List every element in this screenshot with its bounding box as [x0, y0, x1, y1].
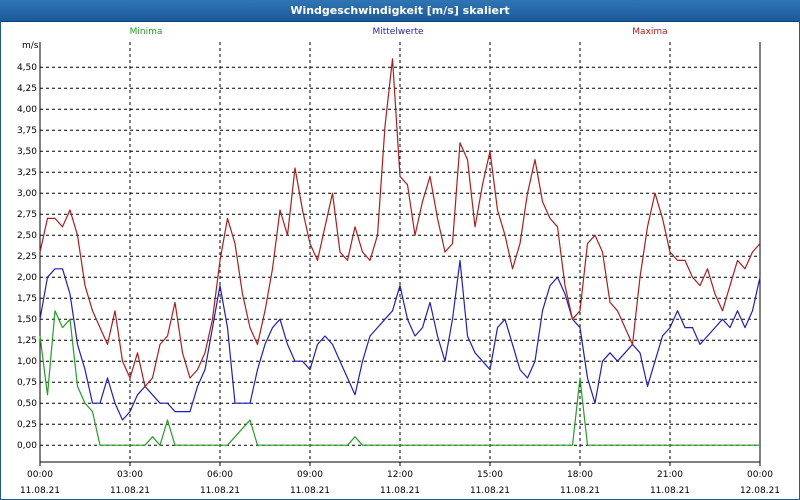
y-axis-unit: m/s — [22, 41, 39, 51]
x-tick-date-label: 11.08.21 — [470, 486, 510, 496]
y-tick-label: 2,00 — [17, 273, 37, 283]
x-tick-date-label: 11.08.21 — [20, 486, 60, 496]
y-tick-label: 4,00 — [17, 105, 37, 115]
x-tick-date-label: 11.08.21 — [110, 486, 150, 496]
y-tick-label: 2,50 — [17, 231, 37, 241]
y-tick-label: 1,25 — [17, 336, 37, 346]
y-tick-label: 0,25 — [17, 420, 37, 430]
y-tick-label: 3,00 — [17, 189, 37, 199]
x-tick-time-label: 09:00 — [297, 470, 323, 480]
y-tick-label: 2,25 — [17, 252, 37, 262]
x-tick-date-label: 12.08.21 — [740, 486, 780, 496]
x-tick-date-label: 11.08.21 — [200, 486, 240, 496]
x-tick-time-label: 18:00 — [567, 470, 593, 480]
legend-mittelwerte: Mittelwerte — [372, 27, 423, 37]
x-tick-date-label: 11.08.21 — [380, 486, 420, 496]
y-tick-label: 3,25 — [17, 168, 37, 178]
legend-minima: Minima — [130, 27, 163, 37]
y-tick-label: 2,75 — [17, 210, 37, 220]
x-tick-time-label: 00:00 — [27, 470, 53, 480]
legend-maxima: Maxima — [632, 27, 667, 37]
y-tick-label: 0,75 — [17, 378, 37, 388]
x-tick-time-label: 21:00 — [657, 470, 683, 480]
y-tick-label: 1,50 — [17, 315, 37, 325]
y-tick-label: 3,50 — [17, 147, 37, 157]
y-tick-label: 4,50 — [17, 63, 37, 73]
x-tick-time-label: 12:00 — [387, 470, 413, 480]
x-tick-date-label: 11.08.21 — [560, 486, 600, 496]
y-tick-label: 0,50 — [17, 399, 37, 409]
chart: Minima Mittelwerte Maxima m/s 0,00 0,25 0,… — [17, 27, 780, 496]
x-tick-time-label: 06:00 — [207, 470, 233, 480]
x-tick-time-label: 15:00 — [477, 470, 503, 480]
x-tick-time-label: 00:00 — [747, 470, 773, 480]
y-tick-label: 4,25 — [17, 84, 37, 94]
y-tick-label: 3,75 — [17, 126, 37, 136]
y-tick-label: 1,00 — [17, 357, 37, 367]
x-tick-time-label: 03:00 — [117, 470, 143, 480]
x-tick-date-label: 11.08.21 — [650, 486, 690, 496]
y-tick-label: 1,75 — [17, 294, 37, 304]
x-tick-date-label: 11.08.21 — [290, 486, 330, 496]
y-tick-label: 0,00 — [17, 441, 37, 451]
